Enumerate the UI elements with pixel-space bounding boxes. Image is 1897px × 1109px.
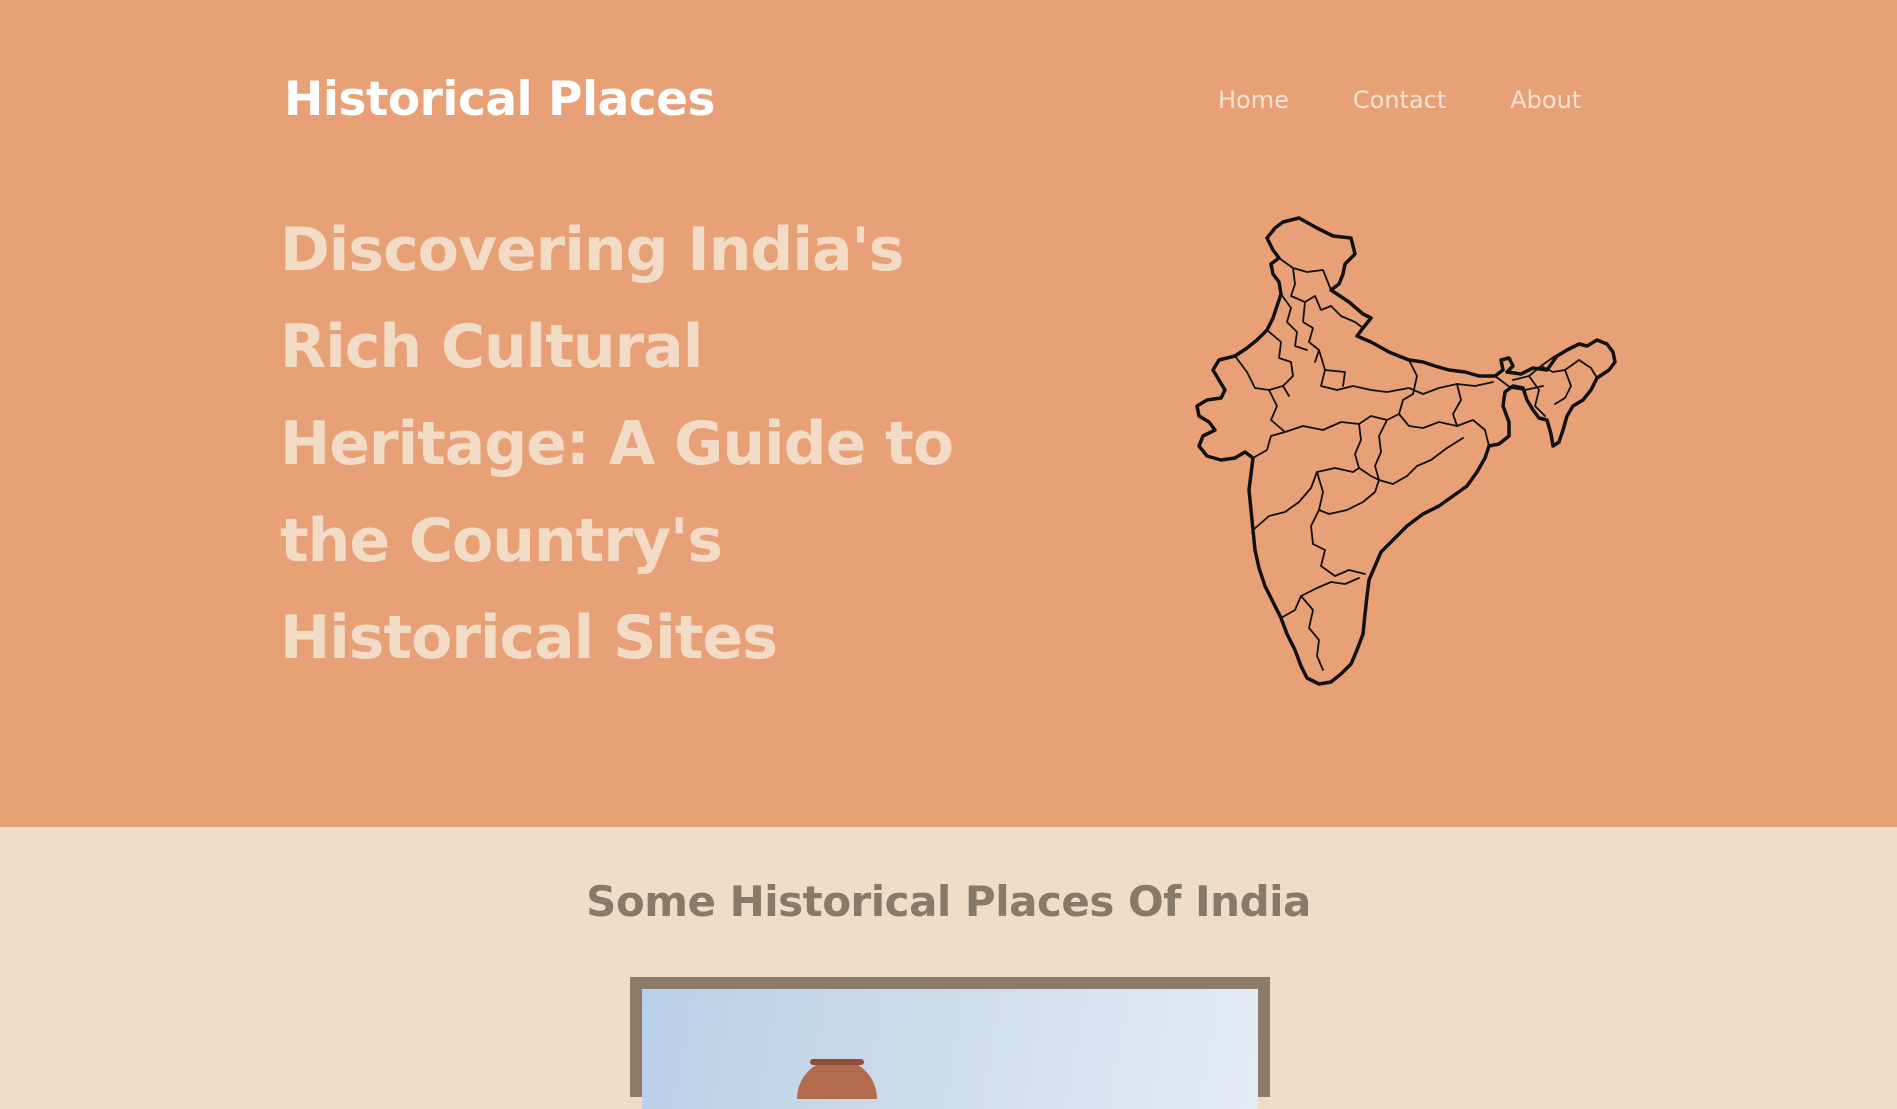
nav-home-link[interactable]: Home [1218,86,1289,114]
hero-headline: Discovering India's Rich Cultural Herita… [280,215,954,673]
place-photo [642,989,1258,1109]
monument-dome [797,1059,877,1099]
india-map-icon [1195,216,1617,686]
hero-section: Historical Places Home Contact About Dis… [0,0,1897,827]
map-outline [1195,216,1617,686]
place-card[interactable] [630,977,1270,1109]
nav-contact-link[interactable]: Contact [1353,86,1446,114]
section-title: Some Historical Places Of India [586,877,1311,926]
main-nav: Home Contact About [1218,86,1581,114]
site-logo[interactable]: Historical Places [284,72,716,127]
monument-dome-rim [810,1059,864,1065]
places-section: Some Historical Places Of India [0,827,1897,1109]
nav-about-link[interactable]: About [1510,86,1581,114]
